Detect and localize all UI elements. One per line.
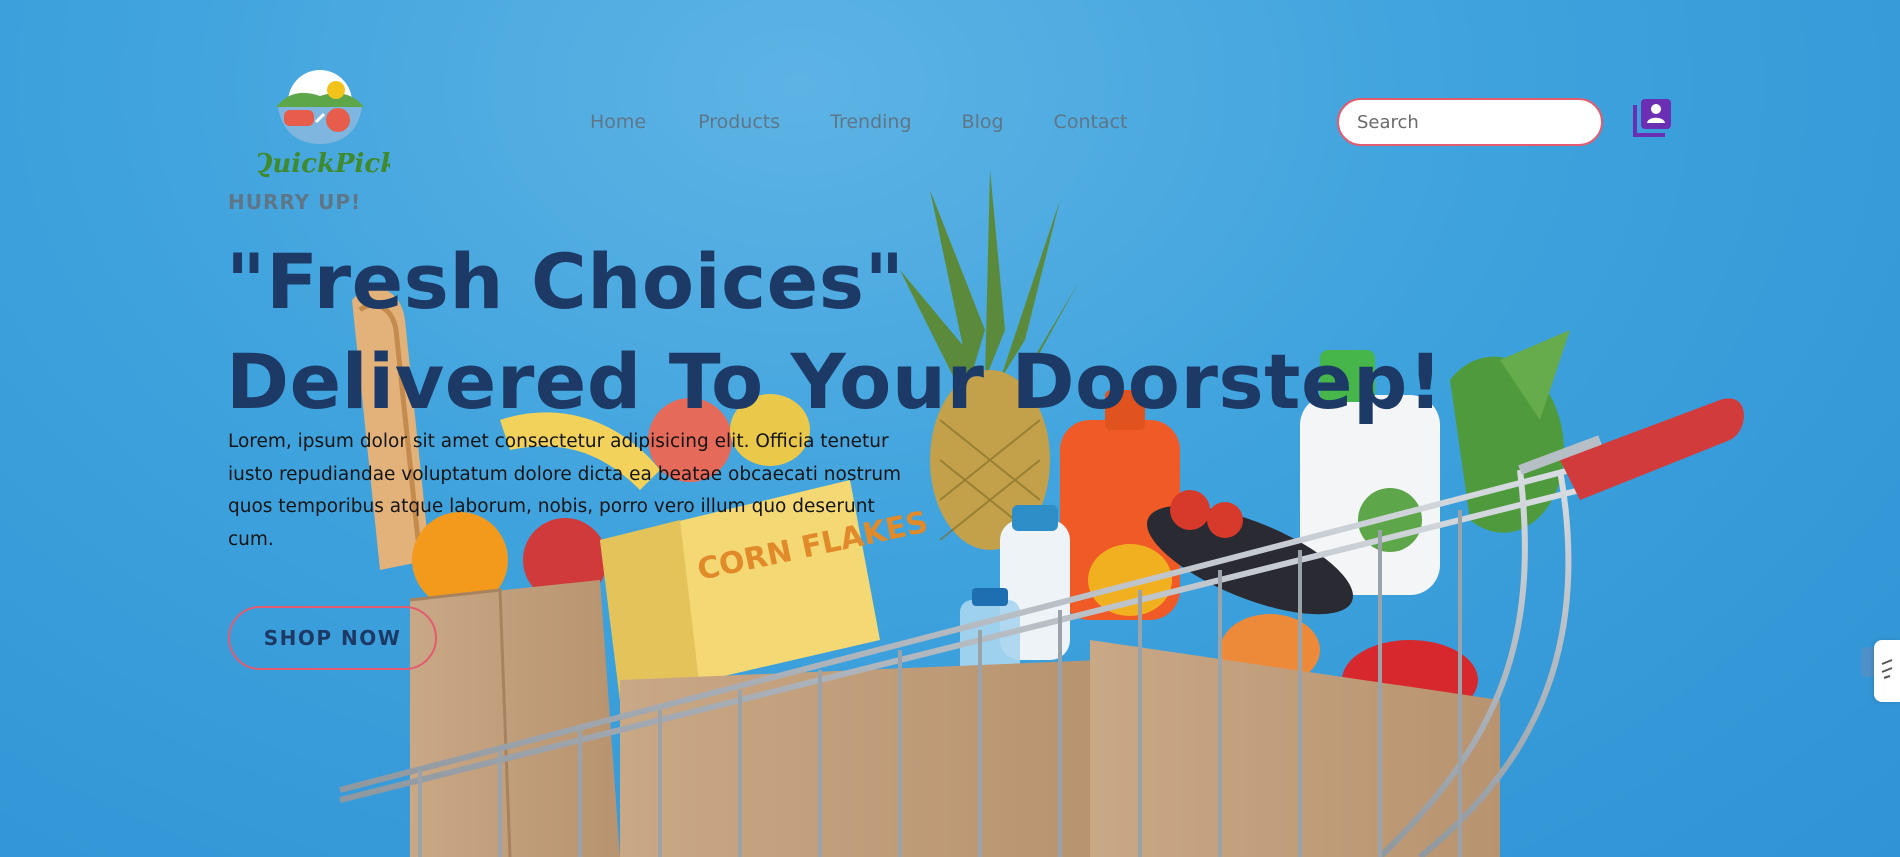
search-input[interactable] <box>1337 98 1603 146</box>
user-library-icon[interactable] <box>1631 97 1673 139</box>
hero-headline-line2: Delivered To Your Doorstep! <box>226 337 1444 426</box>
nav-blog-link[interactable]: Blog <box>962 111 1004 133</box>
main-nav: Home Products Trending Blog Contact <box>590 111 1127 133</box>
logo-wordmark: QuickPick <box>258 149 390 179</box>
accessibility-widget[interactable] <box>1874 640 1900 702</box>
nav-contact-link[interactable]: Contact <box>1054 111 1128 133</box>
quickpick-logo[interactable]: QuickPick <box>258 62 390 180</box>
nav-home-link[interactable]: Home <box>590 111 646 133</box>
side-widget-tab[interactable] <box>1861 647 1875 677</box>
hero-headline: "Fresh Choices" Delivered To Your Doorst… <box>226 232 1443 432</box>
hero-headline-line1: "Fresh Choices" <box>226 237 905 326</box>
nav-products-link[interactable]: Products <box>698 111 780 133</box>
accessibility-icon <box>1881 659 1893 679</box>
nav-trending-link[interactable]: Trending <box>830 111 911 133</box>
hero-eyebrow: HURRY UP! <box>228 190 362 214</box>
hero-description: Lorem, ipsum dolor sit amet consectetur … <box>228 431 902 550</box>
shop-now-button[interactable]: SHOP NOW <box>228 606 437 670</box>
